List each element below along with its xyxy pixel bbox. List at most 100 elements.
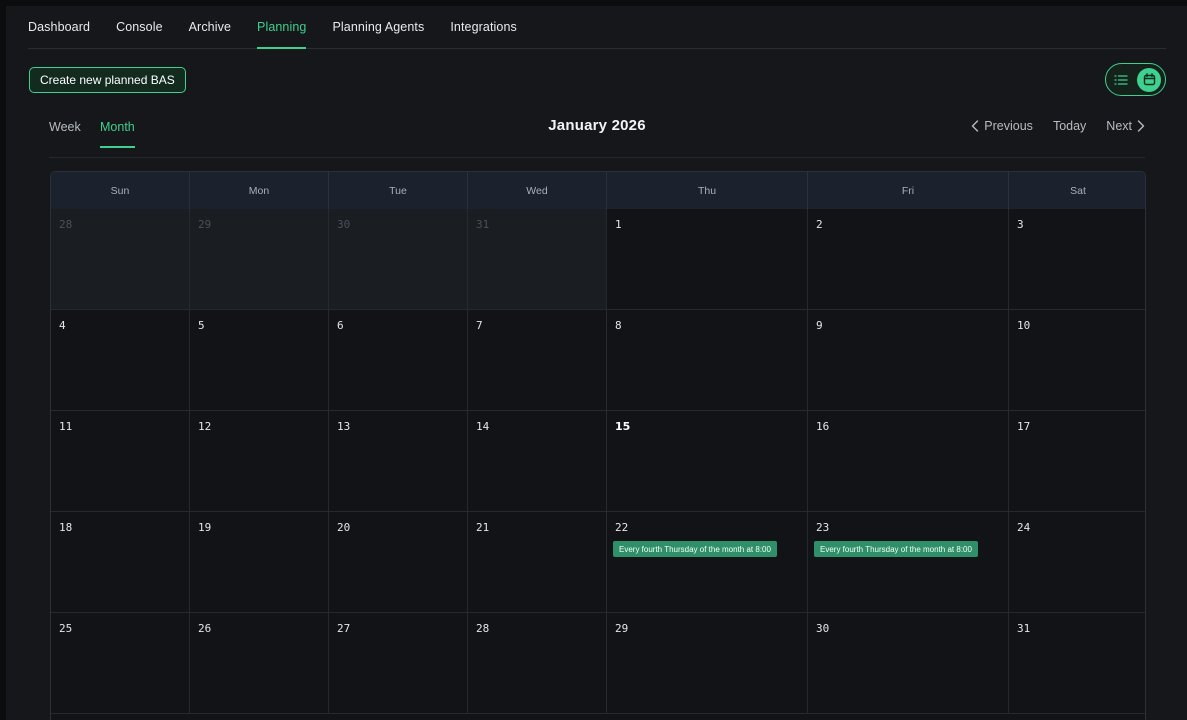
day-number: 21 [476,521,490,534]
list-icon [1114,74,1128,85]
day-number: 3 [1017,218,1024,231]
weekday-sun: Sun [51,172,190,209]
day-cell[interactable]: 31 [1009,613,1145,714]
day-cell[interactable]: 31 [468,209,607,310]
calendar-toolbar: Week Month January 2026 Previous Today N… [49,113,1145,158]
day-number: 22 [615,521,629,534]
day-number: 10 [1017,319,1031,332]
day-number: 27 [337,622,351,635]
day-cell[interactable]: 7 [468,310,607,411]
day-number: 4 [59,319,66,332]
day-cell[interactable]: 30 [808,613,1009,714]
weekday-fri: Fri [808,172,1009,209]
day-number: 31 [476,218,490,231]
day-cell[interactable]: 24 [1009,512,1145,613]
day-cell[interactable]: 19 [190,512,329,613]
day-number: 9 [816,319,823,332]
day-number: 12 [198,420,212,433]
day-number: 31 [1017,622,1031,635]
previous-button[interactable]: Previous [971,119,1033,133]
day-cell[interactable]: 27 [329,613,468,714]
weekday-wed: Wed [468,172,607,209]
chevron-right-icon [1137,120,1145,132]
day-number: 24 [1017,521,1031,534]
day-cell[interactable]: 28 [51,209,190,310]
day-cell[interactable]: 16 [808,411,1009,512]
nav-tab-planning[interactable]: Planning [257,6,307,49]
day-number: 19 [198,521,212,534]
day-number: 16 [816,420,830,433]
day-number: 18 [59,521,73,534]
day-number: 23 [816,521,830,534]
day-cell[interactable]: 3 [1009,209,1145,310]
day-cell[interactable]: 5 [190,310,329,411]
next-button[interactable]: Next [1106,119,1145,133]
day-cell[interactable]: 15 [607,411,808,512]
day-cell[interactable]: 25 [51,613,190,714]
day-cell[interactable]: 2 [808,209,1009,310]
day-number: 1 [615,218,622,231]
day-number: 13 [337,420,351,433]
chevron-left-icon [972,120,979,132]
nav-tab-archive[interactable]: Archive [189,6,231,49]
day-number: 29 [615,622,629,635]
nav-tab-dashboard[interactable]: Dashboard [28,6,90,49]
day-number: 6 [337,319,344,332]
day-cell[interactable]: 18 [51,512,190,613]
day-cell[interactable]: 4 [51,310,190,411]
day-cell[interactable]: 21 [468,512,607,613]
day-number: 26 [198,622,212,635]
day-cell[interactable]: 26 [190,613,329,714]
nav-tab-console[interactable]: Console [116,6,163,49]
weekday-mon: Mon [190,172,329,209]
event-chip[interactable]: Every fourth Thursday of the month at 8:… [814,541,978,557]
next-label: Next [1106,119,1132,133]
day-cell[interactable]: 20 [329,512,468,613]
day-cell[interactable]: 10 [1009,310,1145,411]
day-number: 2 [816,218,823,231]
calendar-view-button[interactable] [1137,67,1161,92]
day-cell[interactable]: 28 [468,613,607,714]
view-toggle[interactable] [1105,63,1166,96]
day-cell[interactable]: 29 [607,613,808,714]
nav-tab-integrations[interactable]: Integrations [450,6,517,49]
day-cell[interactable]: 11 [51,411,190,512]
calendar-navigation: Previous Today Next [971,119,1145,133]
day-number: 29 [198,218,212,231]
day-number: 28 [59,218,73,231]
day-cell[interactable]: 13 [329,411,468,512]
day-number: 25 [59,622,73,635]
day-cell[interactable]: 29 [190,209,329,310]
day-number: 14 [476,420,490,433]
day-cell[interactable]: 12 [190,411,329,512]
calendar-icon [1143,73,1155,86]
nav-tab-planning-agents[interactable]: Planning Agents [332,6,424,49]
day-number: 5 [198,319,205,332]
day-number: 30 [816,622,830,635]
day-number: 30 [337,218,351,231]
weekday-tue: Tue [329,172,468,209]
day-cell[interactable]: 30 [329,209,468,310]
create-planned-bas-button[interactable]: Create new planned BAS [29,67,186,93]
weekday-sat: Sat [1070,184,1086,197]
day-number: 11 [59,420,73,433]
day-cell[interactable]: 9 [808,310,1009,411]
day-number: 20 [337,521,351,534]
day-number: 15 [615,420,631,433]
day-number: 8 [615,319,622,332]
day-cell[interactable]: 22 Every fourth Thursday of the month at … [607,512,808,613]
today-button[interactable]: Today [1053,119,1086,133]
day-cell[interactable]: 17 [1009,411,1145,512]
day-number: 17 [1017,420,1031,433]
list-view-button[interactable] [1109,68,1133,92]
day-cell[interactable]: 1 [607,209,808,310]
top-navigation: Dashboard Console Archive Planning Planning … [28,6,1166,49]
previous-label: Previous [984,119,1033,133]
day-number: 28 [476,622,490,635]
day-cell[interactable]: 6 [329,310,468,411]
weekday-header: Sun Mon Tue Wed Thu Fri Sat [51,172,1145,209]
day-cell[interactable]: 14 [468,411,607,512]
day-cell[interactable]: 23 Every fourth Thursday of the month at … [808,512,1009,613]
event-chip[interactable]: Every fourth Thursday of the month at 8:… [613,541,777,557]
day-cell[interactable]: 8 [607,310,808,411]
